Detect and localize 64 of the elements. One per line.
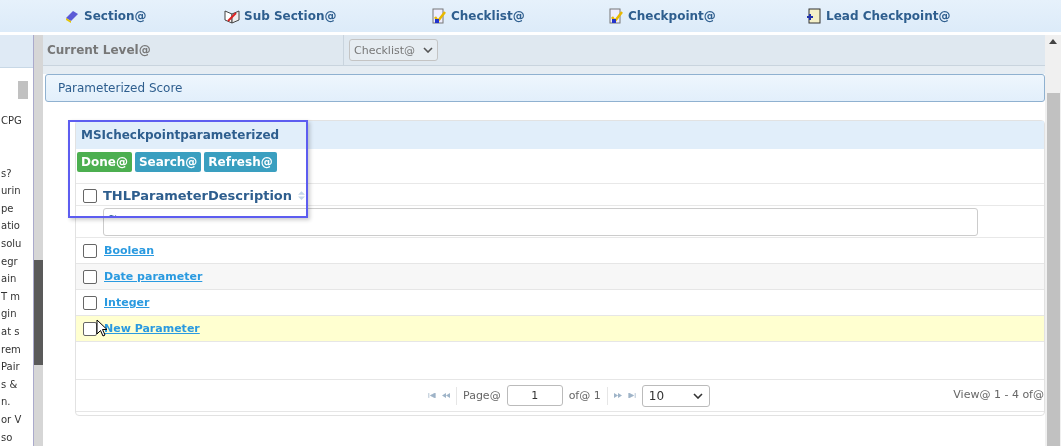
page-size-dropdown[interactable]: 10 xyxy=(641,384,710,407)
scrollbar[interactable] xyxy=(1045,35,1061,446)
parameter-link[interactable]: Boolean xyxy=(104,244,154,257)
text-fragment: s? xyxy=(1,166,12,181)
grid-row[interactable]: Date parameter xyxy=(76,264,1044,290)
last-page-icon[interactable] xyxy=(627,393,636,398)
text-fragment: Pair xyxy=(1,360,20,375)
row-checkbox[interactable] xyxy=(82,321,97,336)
page-label: Page@ xyxy=(463,389,501,402)
text-fragment: or V xyxy=(1,412,22,427)
text-fragment: urin xyxy=(1,184,21,199)
toolbar-button[interactable]: Refresh@ xyxy=(204,152,277,172)
chevron-down-icon xyxy=(423,47,433,53)
row-checkbox[interactable] xyxy=(82,243,97,258)
level-dropdown[interactable]: Checklist@ xyxy=(349,39,438,61)
book-icon xyxy=(224,8,240,24)
checklist-icon xyxy=(431,8,447,24)
row-checkbox[interactable] xyxy=(82,269,97,284)
page-field[interactable]: 1 xyxy=(506,385,563,406)
parameter-link[interactable]: New Parameter xyxy=(104,322,200,335)
text-fragment: gin xyxy=(1,307,17,322)
toolbar-tab[interactable]: Checkpoint@ xyxy=(608,0,806,32)
grid-caption: MSIcheckpointparameterized xyxy=(76,121,1044,149)
scroll-thumb[interactable] xyxy=(18,81,28,99)
checklist-icon xyxy=(608,8,624,24)
parameter-link[interactable]: Date parameter xyxy=(104,270,203,283)
text-fragment: CPG xyxy=(1,114,22,128)
grid-row[interactable]: New Parameter xyxy=(76,316,1044,342)
text-fragment: solu xyxy=(1,236,22,251)
toolbar-tab[interactable]: Sub Section@ xyxy=(224,0,431,32)
text-fragment: n. xyxy=(1,395,11,410)
toolbar-tab[interactable]: Lead Checkpoint@ xyxy=(806,0,951,32)
note-icon xyxy=(806,8,822,24)
chevron-down-icon xyxy=(692,392,703,399)
pane-header xyxy=(0,35,33,68)
toolbar-button[interactable]: Done@ xyxy=(77,152,132,172)
toolbar-tab[interactable]: Checklist@ xyxy=(431,0,608,32)
scroll-up-icon[interactable] xyxy=(1049,39,1057,44)
sort-icon[interactable] xyxy=(298,191,306,200)
splitter[interactable] xyxy=(33,35,43,446)
text-fragment: T m xyxy=(1,289,21,304)
panel-header[interactable]: Parameterized Score xyxy=(45,74,1045,102)
row-checkbox[interactable] xyxy=(82,295,97,310)
field-label: Current Level@ xyxy=(43,35,344,65)
text-fragment: so xyxy=(1,430,13,445)
parameter-link[interactable]: Integer xyxy=(104,296,150,309)
books-icon xyxy=(64,8,80,24)
select-all-checkbox[interactable] xyxy=(82,188,97,203)
first-page-icon[interactable] xyxy=(428,393,436,398)
toolbar-button[interactable]: Search@ xyxy=(134,152,202,172)
record-count: View@ 1 - 4 of@ xyxy=(953,388,1044,401)
previous-page-icon[interactable] xyxy=(442,393,450,398)
text-fragment: atio xyxy=(1,219,20,234)
column-header[interactable]: THLParameterDescription xyxy=(103,188,293,203)
page-count: of@ 1 xyxy=(568,389,601,402)
next-page-icon[interactable] xyxy=(613,393,622,398)
text-fragment: s & xyxy=(1,377,18,392)
text-fragment: egr xyxy=(1,254,18,269)
toolbar-tab[interactable]: Section@ xyxy=(64,0,224,32)
text-fragment: pe xyxy=(1,201,14,216)
text-fragment: ain xyxy=(1,272,17,287)
scroll-thumb[interactable] xyxy=(1046,93,1060,446)
text-fragment: rem xyxy=(1,342,21,357)
text-fragment: at s xyxy=(1,324,20,339)
